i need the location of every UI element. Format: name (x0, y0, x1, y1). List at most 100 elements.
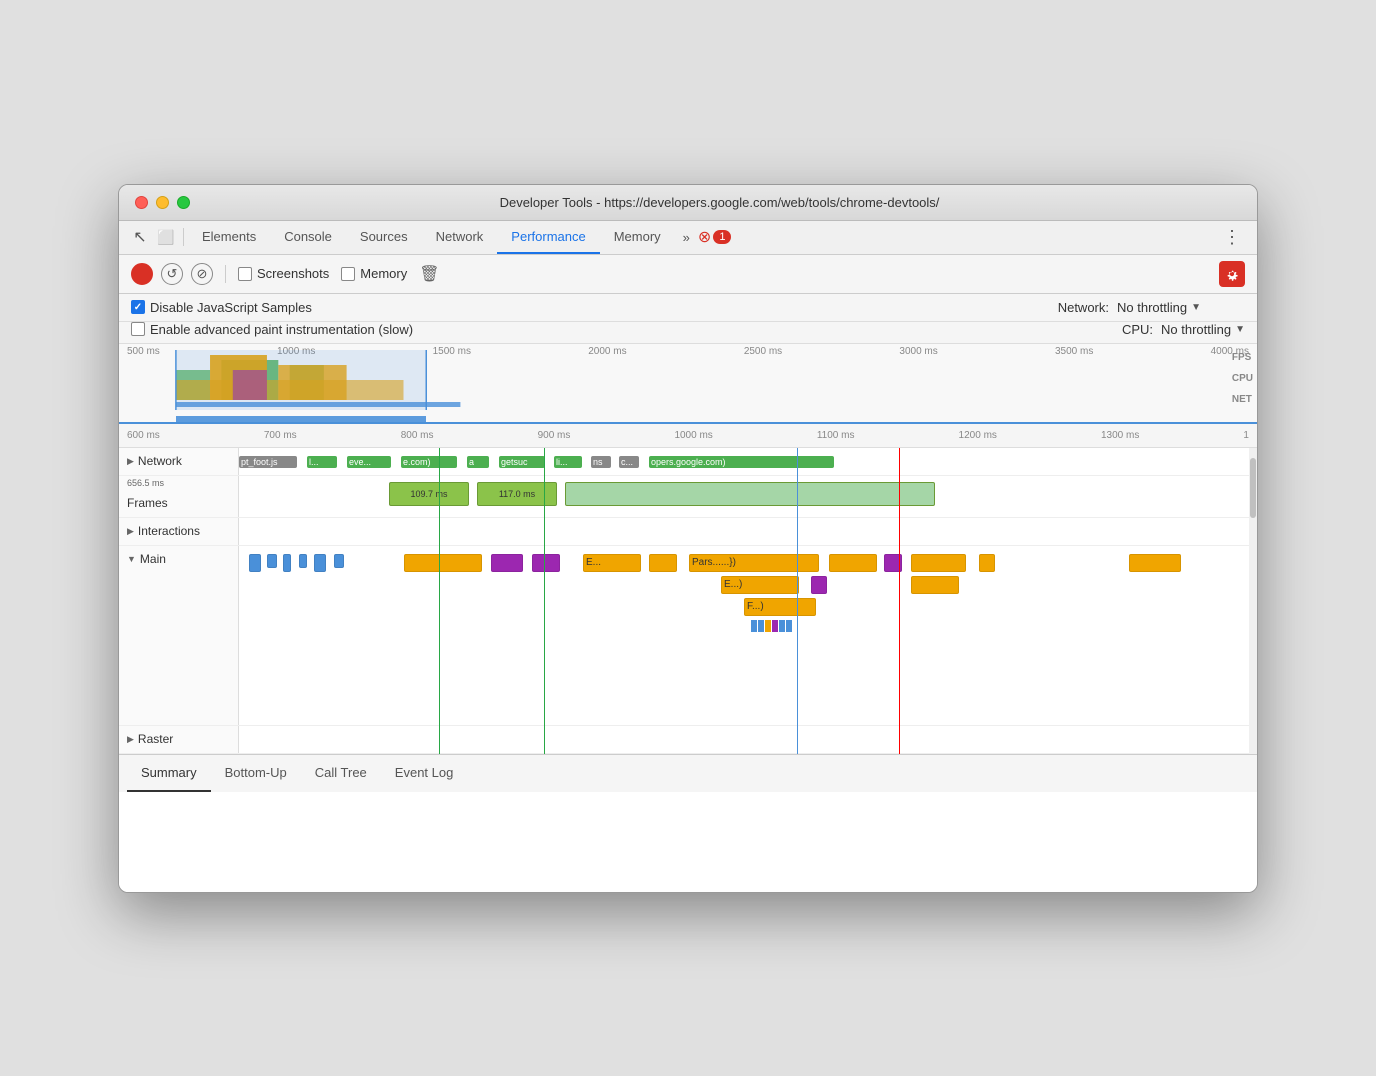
frame-bar-0: 109.7 ms (389, 482, 469, 506)
interactions-track-content (239, 518, 1257, 546)
track-label-raster: ▶ Raster (119, 726, 239, 753)
mini-timeline[interactable]: 500 ms 1000 ms 1500 ms 2000 ms 2500 ms 3… (119, 344, 1257, 424)
sm-bar (765, 620, 771, 632)
reload-button[interactable]: ↺ (161, 263, 183, 285)
main-bar-7 (491, 554, 523, 572)
main-toggle[interactable]: ▼ (127, 554, 136, 564)
main-bar-0 (249, 554, 261, 572)
timeline-container: 500 ms 1000 ms 1500 ms 2000 ms 2500 ms 3… (119, 344, 1257, 754)
more-tabs[interactable]: » (679, 222, 694, 253)
disable-js-samples-label[interactable]: Disable JavaScript Samples (131, 300, 312, 315)
vline-green-main-2 (544, 546, 545, 726)
frames-time-label: 656.5 ms (127, 478, 164, 488)
bottom-content (119, 792, 1257, 892)
vertical-scrollbar[interactable] (1249, 448, 1257, 754)
sm-bar (751, 620, 757, 632)
main-bar-5 (334, 554, 344, 568)
tab-call-tree[interactable]: Call Tree (301, 755, 381, 792)
clear-button[interactable]: ⊘ (191, 263, 213, 285)
sm-bar (786, 620, 792, 632)
main-bar-8 (532, 554, 560, 572)
frame-bar-long (565, 482, 935, 506)
main-bar-15 (811, 576, 827, 594)
network-toggle[interactable]: ▶ (127, 456, 134, 467)
vline-red-net (899, 448, 900, 476)
settings-icon[interactable] (1219, 261, 1245, 287)
vline-green-2 (544, 448, 545, 476)
trash-icon[interactable]: 🗑 (419, 264, 439, 284)
raster-toggle[interactable]: ▶ (127, 734, 134, 745)
net-bar-2: eve... (347, 456, 391, 468)
main-bar-6 (404, 554, 482, 572)
vline-red-frames (899, 476, 900, 518)
record-button[interactable] (131, 263, 153, 285)
net-bar-1: l... (307, 456, 337, 468)
track-container[interactable]: ▶ Network pt_foot.js l... eve... e.com) … (119, 448, 1257, 754)
vline-green-raster-2 (544, 726, 545, 754)
menu-dots[interactable]: ⋮ (1215, 223, 1249, 252)
vline-green-int-1 (439, 518, 440, 546)
ruler-marks: 600 ms 700 ms 800 ms 900 ms 1000 ms 1100… (127, 430, 1249, 441)
main-bar-f: F...) (744, 598, 816, 616)
main-bar-1 (267, 554, 277, 568)
maximize-button[interactable] (177, 196, 190, 209)
close-button[interactable] (135, 196, 148, 209)
screenshots-checkbox-label[interactable]: Screenshots (238, 266, 329, 281)
vline-red-int (899, 518, 900, 546)
main-track-content: E... Pars......}) E...) F...) (239, 546, 1257, 726)
interactions-toggle[interactable]: ▶ (127, 526, 134, 537)
cpu-dropdown-arrow: ▼ (1235, 324, 1245, 335)
tab-sources[interactable]: Sources (346, 221, 422, 254)
advanced-paint-label[interactable]: Enable advanced paint instrumentation (s… (131, 322, 413, 337)
net-bar-6: li... (554, 456, 582, 468)
vline-green-int-2 (544, 518, 545, 546)
track-raster: ▶ Raster (119, 726, 1257, 754)
main-bar-9 (649, 554, 677, 572)
screenshots-checkbox[interactable] (238, 267, 252, 281)
vline-red-main (899, 546, 900, 726)
net-bar-4: a (467, 456, 489, 468)
tab-summary[interactable]: Summary (127, 755, 211, 792)
sm-bar (779, 620, 785, 632)
tab-console[interactable]: Console (270, 221, 346, 254)
tab-bottom-up[interactable]: Bottom-Up (211, 755, 301, 792)
small-bars-group (751, 620, 851, 650)
disable-js-samples-checkbox[interactable] (131, 300, 145, 314)
main-bar-4 (314, 554, 326, 572)
network-throttle-group: Network: No throttling ▼ (1058, 300, 1201, 315)
devtools-window: Developer Tools - https://developers.goo… (118, 184, 1258, 893)
network-throttle-dropdown[interactable]: No throttling ▼ (1117, 300, 1201, 315)
selection-bar (176, 416, 426, 422)
tab-performance[interactable]: Performance (497, 221, 599, 254)
error-area: ⊗ 1 (698, 227, 732, 247)
cpu-throttle-dropdown[interactable]: No throttling ▼ (1161, 322, 1245, 337)
nav-tabs: ↖ ⬜ Elements Console Sources Network Per… (119, 221, 1257, 255)
tab-memory[interactable]: Memory (600, 221, 675, 254)
vline-blue-int (797, 518, 798, 546)
net-bar-0: pt_foot.js (239, 456, 297, 468)
main-bar-e2: E...) (721, 576, 799, 594)
vline-red-raster (899, 726, 900, 754)
track-label-interactions: ▶ Interactions (119, 518, 239, 545)
tab-network[interactable]: Network (422, 221, 498, 254)
controls-bar: ↺ ⊘ Screenshots Memory 🗑 (119, 255, 1257, 294)
vline-green-main-1 (439, 546, 440, 726)
tab-elements[interactable]: Elements (188, 221, 270, 254)
raster-track-content (239, 726, 1257, 754)
net-bar-5: getsuc (499, 456, 545, 468)
advanced-paint-checkbox[interactable] (131, 322, 145, 336)
device-icon[interactable]: ⬜ (153, 224, 179, 250)
main-bar-16 (911, 576, 959, 594)
main-bar-10 (829, 554, 877, 572)
select-tool-icon[interactable]: ↖ (127, 224, 153, 250)
minimize-button[interactable] (156, 196, 169, 209)
frame-bar-1: 117.0 ms (477, 482, 557, 506)
memory-checkbox[interactable] (341, 267, 355, 281)
tab-event-log[interactable]: Event Log (381, 755, 468, 792)
scrollbar-thumb[interactable] (1250, 458, 1256, 518)
main-bar-14 (1129, 554, 1181, 572)
vline-blue-main (797, 546, 798, 726)
options-bar-2: Enable advanced paint instrumentation (s… (119, 322, 1257, 344)
bottom-tabs: Summary Bottom-Up Call Tree Event Log (119, 754, 1257, 792)
memory-checkbox-label[interactable]: Memory (341, 266, 407, 281)
